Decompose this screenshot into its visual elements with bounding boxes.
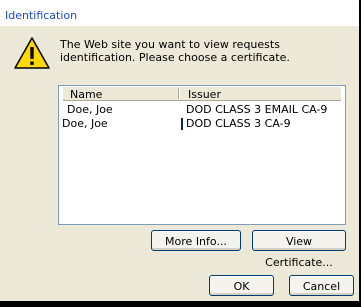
warning-icon bbox=[14, 37, 50, 69]
certificate-name: Doe, Joe bbox=[62, 117, 108, 130]
selection-caret bbox=[181, 118, 183, 130]
column-divider bbox=[178, 88, 180, 99]
view-certificate-button[interactable]: View Certificate... bbox=[252, 230, 346, 269]
certificate-issuer: DOD CLASS 3 CA-9 bbox=[186, 117, 291, 130]
dialog-message: The Web site you want to view requests i… bbox=[60, 38, 290, 64]
dialog-title: Identification bbox=[5, 9, 78, 22]
certificate-name: Doe, Joe bbox=[67, 103, 113, 116]
cancel-button[interactable]: Cancel bbox=[289, 275, 354, 296]
certificate-issuer: DOD CLASS 3 EMAIL CA-9 bbox=[186, 103, 328, 116]
identification-dialog: Identification The Web site you want to … bbox=[0, 0, 361, 307]
more-info-button[interactable]: More Info... bbox=[151, 230, 241, 251]
ok-button[interactable]: OK bbox=[209, 275, 274, 296]
list-header: Name Issuer bbox=[63, 87, 341, 101]
column-header-issuer[interactable]: Issuer bbox=[188, 88, 221, 101]
title-bar: Identification bbox=[0, 0, 359, 26]
certificate-row[interactable]: Doe, Joe DOD CLASS 3 EMAIL CA-9 bbox=[59, 103, 343, 116]
certificate-list[interactable]: Name Issuer Doe, Joe DOD CLASS 3 EMAIL C… bbox=[58, 85, 346, 225]
certificate-row[interactable]: Doe, Joe DOD CLASS 3 CA-9 bbox=[59, 117, 343, 130]
column-header-name[interactable]: Name bbox=[70, 88, 102, 101]
